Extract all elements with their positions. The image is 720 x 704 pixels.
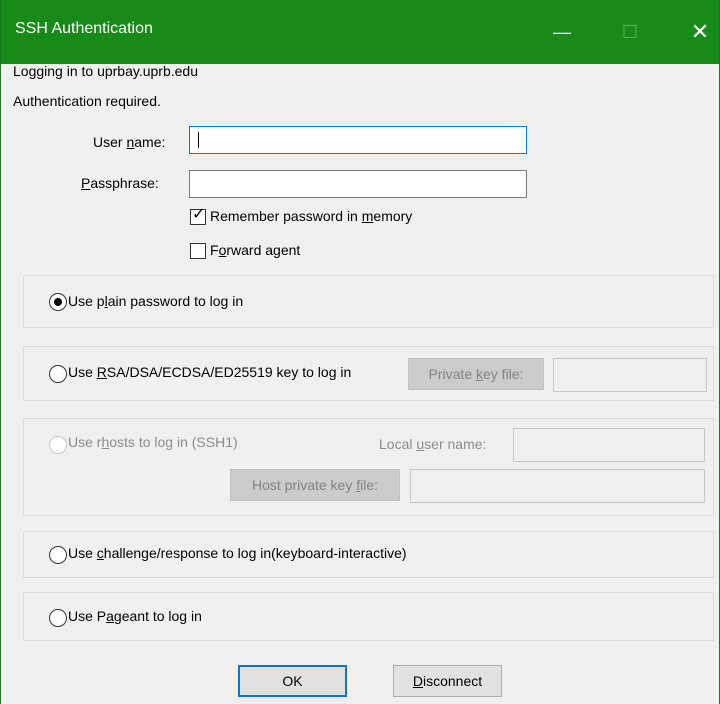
rhosts-label: Use rhosts to log in (SSH1): [68, 434, 238, 450]
pageant-label[interactable]: Use Pageant to log in: [68, 608, 202, 624]
radio-selected-dot: [54, 298, 62, 306]
passphrase-input[interactable]: [189, 170, 527, 198]
text-caret: [198, 132, 199, 148]
challenge-response-radio[interactable]: [49, 546, 67, 564]
maximize-button: ☐: [621, 22, 639, 42]
close-button[interactable]: ✕: [677, 0, 720, 64]
login-status-text: Logging in to uprbay.uprb.edu: [13, 63, 198, 79]
rhosts-group: Use rhosts to log in (SSH1) Local user n…: [23, 418, 714, 516]
rsa-key-group: Use RSA/DSA/ECDSA/ED25519 key to log in …: [23, 346, 714, 401]
plain-password-label[interactable]: Use plain password to log in: [68, 293, 243, 309]
private-key-file-input[interactable]: [553, 358, 707, 392]
passphrase-label: Passphrase:: [81, 175, 159, 191]
pageant-radio[interactable]: [49, 609, 67, 627]
challenge-response-group: Use challenge/response to log in(keyboar…: [23, 531, 714, 578]
ssh-auth-dialog: SSH Authentication — ☐ ✕ Logging in to u…: [0, 0, 720, 704]
host-private-key-file-button[interactable]: Host private key file:: [230, 469, 400, 501]
plain-password-radio[interactable]: [49, 293, 67, 311]
username-input[interactable]: [189, 126, 527, 154]
challenge-response-label[interactable]: Use challenge/response to log in(keyboar…: [68, 545, 407, 561]
forward-agent-label[interactable]: Forward agent: [210, 242, 300, 258]
title-bar[interactable]: SSH Authentication — ☐ ✕: [1, 0, 719, 64]
forward-agent-checkbox[interactable]: [190, 243, 206, 259]
local-user-name-label: Local user name:: [379, 436, 487, 452]
auth-required-text: Authentication required.: [13, 93, 161, 109]
checkmark-icon: ✓: [192, 206, 206, 223]
local-user-name-input[interactable]: [513, 428, 705, 462]
host-private-key-file-input[interactable]: [410, 469, 705, 503]
plain-password-group: Use plain password to log in: [23, 275, 714, 328]
rsa-key-label[interactable]: Use RSA/DSA/ECDSA/ED25519 key to log in: [68, 364, 351, 380]
remember-password-checkbox[interactable]: ✓: [190, 206, 206, 225]
window-title: SSH Authentication: [15, 20, 153, 37]
ok-button[interactable]: OK: [238, 665, 347, 697]
disconnect-button[interactable]: Disconnect: [393, 665, 502, 697]
username-label: User name:: [93, 134, 166, 150]
remember-password-label[interactable]: Remember password in memory: [210, 208, 412, 224]
rhosts-radio[interactable]: [49, 436, 67, 454]
pageant-group: Use Pageant to log in: [23, 592, 714, 641]
rsa-key-radio[interactable]: [49, 365, 67, 383]
private-key-file-button[interactable]: Private key file:: [408, 358, 544, 390]
minimize-button[interactable]: —: [539, 0, 585, 64]
